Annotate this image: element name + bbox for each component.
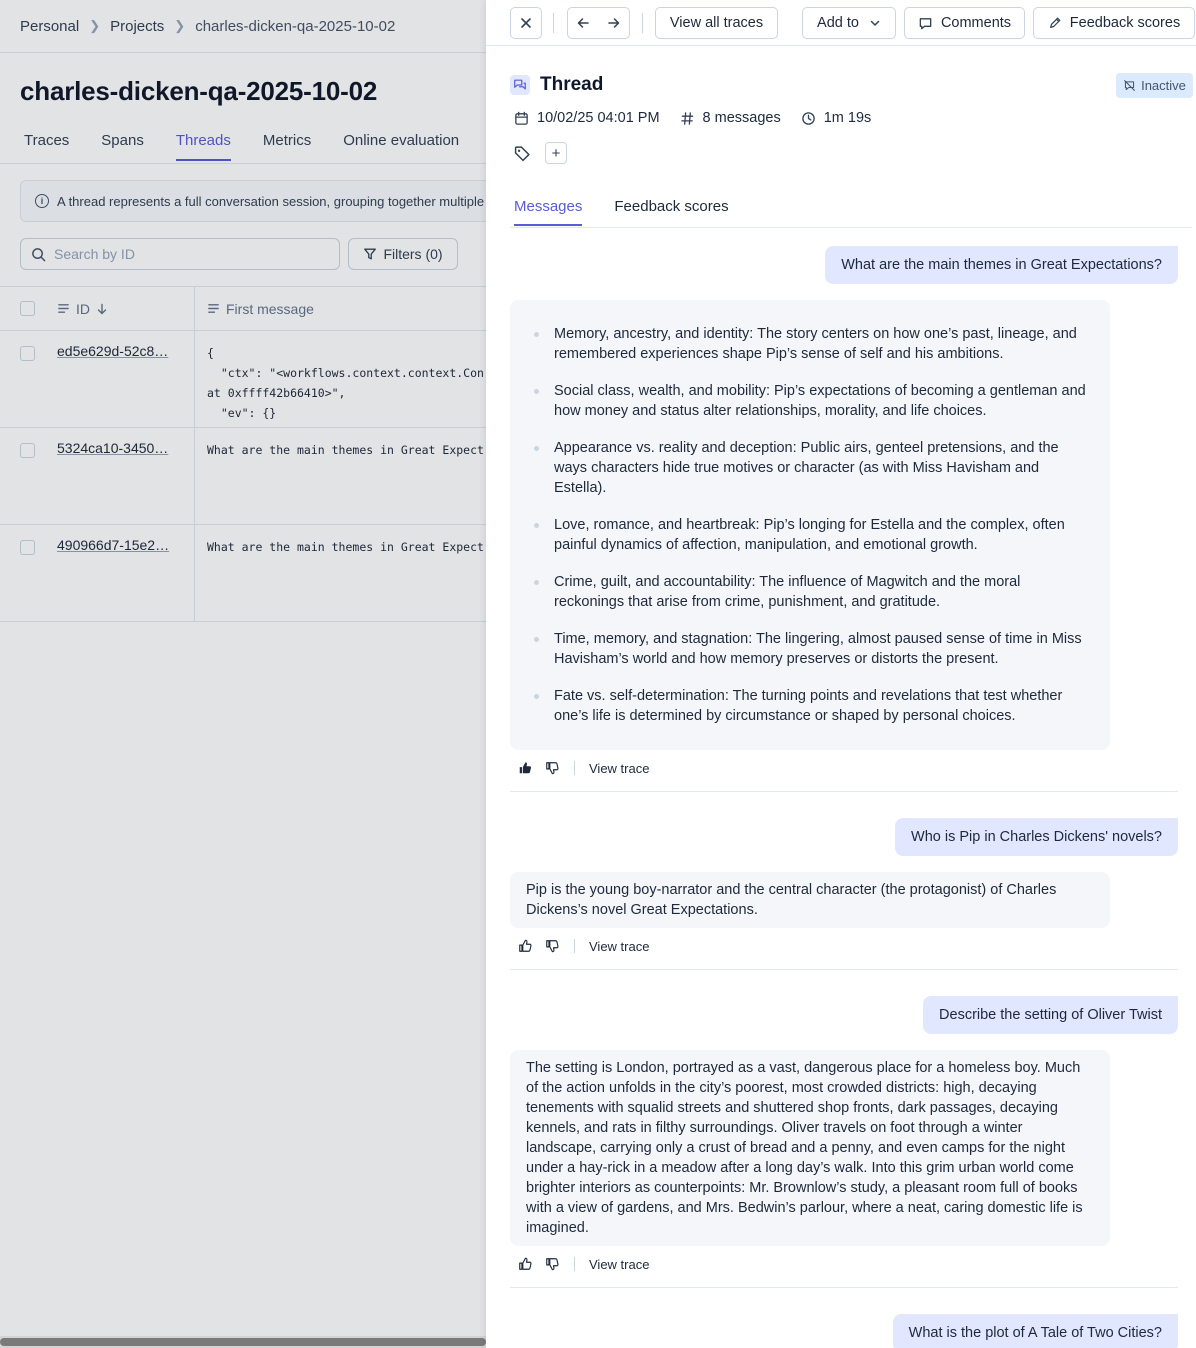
list-item: Time, memory, and stagnation: The linger…	[526, 629, 1094, 669]
close-button[interactable]	[510, 7, 542, 39]
assistant-message: The setting is London, portrayed as a va…	[510, 1050, 1110, 1246]
list-item: Appearance vs. reality and deception: Pu…	[526, 438, 1094, 498]
view-trace-link[interactable]: View trace	[589, 1257, 649, 1272]
feedback-scores-label: Feedback scores	[1069, 15, 1181, 31]
inactive-icon	[1124, 80, 1135, 91]
horizontal-scrollbar[interactable]	[0, 1338, 486, 1346]
assistant-message: Pip is the young boy-narrator and the ce…	[510, 872, 1110, 928]
user-message: Who is Pip in Charles Dickens' novels?	[895, 818, 1178, 856]
message-divider	[510, 791, 1178, 792]
assistant-message: Memory, ancestry, and identity: The stor…	[510, 300, 1110, 750]
user-message: What are the main themes in Great Expect…	[825, 246, 1178, 284]
toolbar-divider	[553, 13, 554, 33]
message-actions: View trace	[510, 750, 1178, 786]
modal-backdrop[interactable]	[0, 0, 486, 1348]
add-tag-button[interactable]: +	[545, 142, 567, 164]
hash-icon	[680, 111, 693, 125]
thread-date: 10/02/25 04:01 PM	[537, 110, 660, 126]
assistant-list: Memory, ancestry, and identity: The stor…	[526, 308, 1094, 742]
list-item: Love, romance, and heartbreak: Pip’s lon…	[526, 515, 1094, 555]
pencil-icon	[1049, 17, 1061, 28]
message-actions: View trace	[510, 928, 1178, 964]
list-item: Memory, ancestry, and identity: The stor…	[526, 324, 1094, 364]
thumbs-down-icon[interactable]	[545, 939, 559, 953]
status-badge: Inactive	[1116, 73, 1193, 98]
arrow-left-icon[interactable]	[576, 16, 590, 30]
toolbar-divider	[642, 13, 643, 33]
close-icon	[521, 18, 531, 28]
thread-title: Thread	[540, 74, 604, 95]
chevron-down-icon	[870, 20, 880, 26]
user-message: What is the plot of A Tale of Two Cities…	[892, 1314, 1178, 1348]
tab-messages[interactable]: Messages	[514, 198, 583, 226]
view-all-traces-button[interactable]: View all traces	[655, 7, 778, 39]
add-to-button[interactable]: Add to	[802, 7, 896, 39]
list-item: Social class, wealth, and mobility: Pip’…	[526, 381, 1094, 421]
comments-label: Comments	[940, 15, 1012, 31]
tabs-divider	[510, 227, 1192, 228]
calendar-icon	[515, 111, 528, 125]
message-actions: View trace	[510, 1246, 1178, 1282]
panel-tabs: Messages Feedback scores	[514, 198, 761, 226]
arrow-right-icon[interactable]	[607, 16, 621, 30]
view-trace-link[interactable]: View trace	[589, 939, 649, 954]
thread-icon	[510, 75, 530, 95]
navigation-buttons	[567, 7, 630, 39]
tab-feedback-scores[interactable]: Feedback scores	[614, 198, 728, 226]
comment-icon	[919, 17, 932, 29]
thumbs-down-icon[interactable]	[545, 1257, 559, 1271]
comments-button[interactable]: Comments	[904, 7, 1025, 39]
user-message: Describe the setting of Oliver Twist	[923, 996, 1178, 1034]
thread-meta: 10/02/25 04:01 PM 8 messages 1m 19s	[514, 110, 891, 126]
tags-row: +	[514, 142, 567, 164]
list-item: Crime, guilt, and accountability: The in…	[526, 572, 1094, 612]
thumbs-down-icon[interactable]	[545, 761, 559, 775]
status-label: Inactive	[1141, 78, 1186, 93]
feedback-scores-button[interactable]: Feedback scores	[1033, 7, 1195, 39]
panel-toolbar: View all traces Add to Comments Feedback…	[486, 0, 1196, 46]
thread-panel: View all traces Add to Comments Feedback…	[486, 0, 1196, 1348]
thumbs-up-icon[interactable]	[518, 761, 532, 775]
tag-icon	[514, 145, 530, 161]
list-item: Fate vs. self-determination: The turning…	[526, 686, 1094, 726]
view-trace-link[interactable]: View trace	[589, 761, 649, 776]
thread-header: Thread	[510, 74, 603, 96]
message-divider	[510, 1287, 1178, 1288]
messages-count: 8 messages	[702, 110, 781, 126]
thumbs-up-icon[interactable]	[518, 939, 532, 953]
clock-icon	[801, 111, 815, 125]
view-all-traces-label: View all traces	[669, 15, 764, 31]
message-divider	[510, 969, 1178, 970]
thread-duration: 1m 19s	[823, 110, 872, 126]
message-list: What are the main themes in Great Expect…	[510, 244, 1178, 1348]
add-to-label: Add to	[817, 15, 859, 31]
thumbs-up-icon[interactable]	[518, 1257, 532, 1271]
